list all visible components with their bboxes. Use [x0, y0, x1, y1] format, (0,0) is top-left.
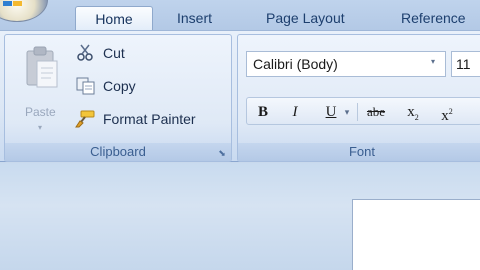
document-workspace [0, 163, 480, 270]
paste-button[interactable]: Paste ▾ [19, 43, 63, 132]
format-painter-label: Format Painter [103, 111, 196, 127]
copy-label: Copy [103, 78, 136, 94]
scissors-icon [77, 44, 93, 61]
cut-button[interactable]: Cut [75, 41, 125, 65]
strikethrough-button[interactable]: abe [361, 101, 391, 123]
underline-button[interactable]: U [319, 101, 343, 123]
font-group-label: Font [238, 143, 480, 161]
underline-dropdown-icon[interactable]: ▾ [341, 101, 353, 123]
tab-page-layout[interactable]: Page Layout [266, 6, 345, 30]
paintbrush-icon [75, 110, 95, 128]
italic-button[interactable]: I [283, 101, 307, 123]
bold-button[interactable]: B [251, 101, 275, 123]
font-name-dropdown-icon[interactable]: ▾ [431, 57, 435, 66]
office-logo-icon [3, 1, 22, 6]
tab-home[interactable]: Home [75, 6, 153, 30]
font-size-combobox[interactable]: 11 [451, 51, 480, 77]
font-format-toolbar: B I U ▾ abe x2 x2 [246, 97, 480, 125]
subscript-label: x [407, 104, 415, 120]
font-name-combobox[interactable]: Calibri (Body) [246, 51, 446, 77]
superscript-button[interactable]: x2 [435, 101, 459, 124]
toolbar-separator [357, 103, 358, 121]
superscript-label: x [441, 108, 449, 124]
paste-label: Paste [25, 105, 56, 119]
subscript-button[interactable]: x2 [401, 101, 425, 123]
format-painter-button[interactable]: Format Painter [75, 107, 196, 131]
font-group: Calibri (Body) ▾ 11 B I U ▾ abe x2 x2 Fo… [237, 34, 480, 162]
ribbon-tab-strip: Home Insert Page Layout Reference [0, 0, 480, 30]
clipboard-group-title: Clipboard [90, 144, 146, 159]
cut-label: Cut [103, 45, 125, 61]
office-button[interactable] [0, 0, 48, 22]
clipboard-paste-icon [26, 46, 58, 88]
document-page[interactable] [352, 199, 480, 270]
chevron-down-icon[interactable]: ▾ [38, 123, 42, 132]
tab-references[interactable]: Reference [401, 6, 466, 30]
font-group-title: Font [348, 144, 375, 159]
clipboard-group-label: Clipboard ⬊ [5, 143, 231, 161]
dialog-launcher-icon[interactable]: ⬊ [217, 148, 227, 158]
copy-button[interactable]: Copy [75, 74, 136, 98]
tab-insert[interactable]: Insert [177, 6, 212, 30]
clipboard-group: Paste ▾ Cut Copy Format Painter Clipboar… [4, 34, 232, 162]
copy-icon [76, 77, 95, 95]
